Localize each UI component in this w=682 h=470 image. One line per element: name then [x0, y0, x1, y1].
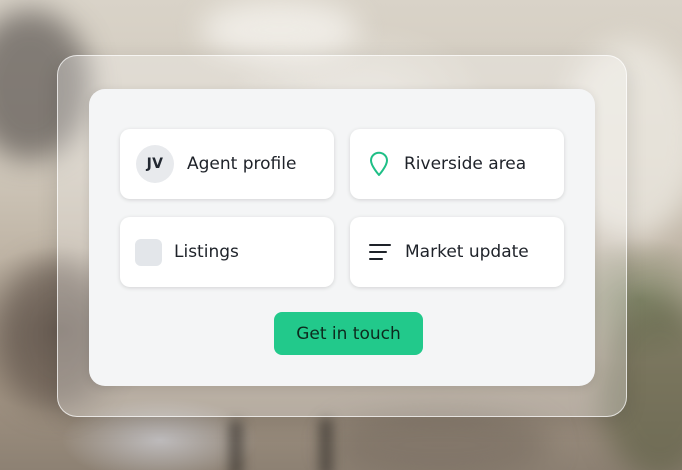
map-pin-icon: [368, 151, 390, 177]
get-in-touch-button[interactable]: Get in touch: [274, 312, 423, 355]
avatar: JV: [136, 145, 174, 183]
background-blur-shape: [200, 0, 360, 60]
riverside-area-card[interactable]: Riverside area: [350, 129, 564, 199]
background-blur-shape: [230, 420, 242, 470]
listings-label: Listings: [174, 242, 239, 262]
agent-profile-label: Agent profile: [187, 154, 297, 174]
listings-card[interactable]: Listings: [120, 217, 334, 287]
market-update-card[interactable]: Market update: [350, 217, 564, 287]
square-icon: [135, 238, 162, 266]
market-update-label: Market update: [405, 242, 529, 262]
background-blur-shape: [330, 410, 550, 470]
background-blur-shape: [320, 418, 332, 470]
background-scene: JV Agent profile Riverside area Listings…: [0, 0, 682, 470]
agent-profile-card[interactable]: JV Agent profile: [120, 129, 334, 199]
riverside-area-label: Riverside area: [404, 154, 527, 174]
menu-lines-icon: [369, 242, 391, 262]
